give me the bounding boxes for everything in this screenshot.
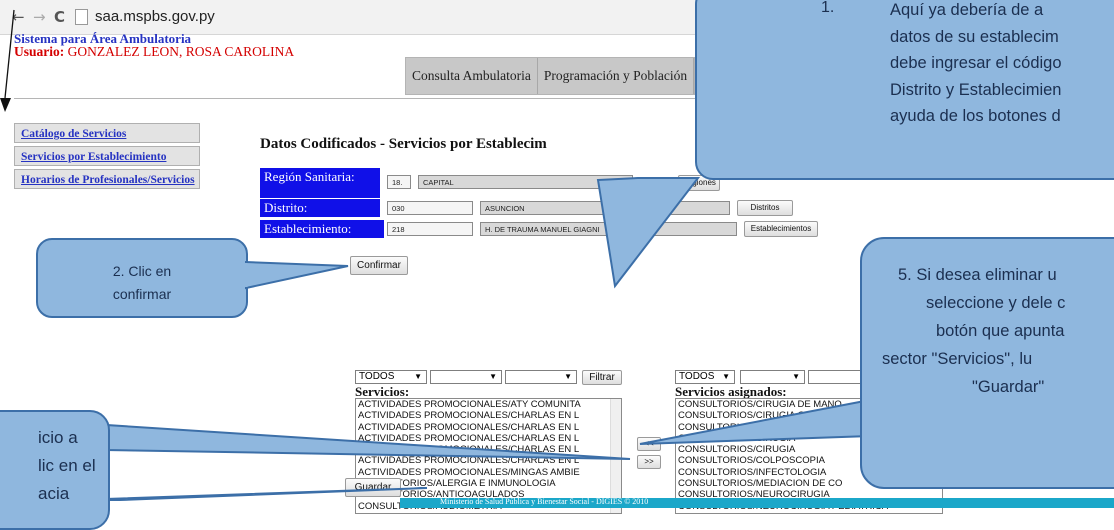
callout-2-tail (245, 260, 349, 290)
callout-4-line: icio a (38, 428, 78, 447)
callout-5: 5. Si desea eliminar u seleccione y dele… (860, 237, 1114, 489)
callout-5-line: sector "Servicios", lu (882, 350, 1033, 368)
callout-5-line: botón que apunta (936, 322, 1065, 340)
callout-5-line: seleccione y dele c (926, 294, 1066, 312)
callout-4-line: acia (38, 484, 70, 503)
callout-5-line: "Guardar" (972, 378, 1045, 396)
callout-5-line: 5. Si desea eliminar u (898, 266, 1057, 284)
callout-4: icio a lic en el acia (0, 410, 110, 530)
callout-4-line: lic en el (38, 456, 96, 475)
